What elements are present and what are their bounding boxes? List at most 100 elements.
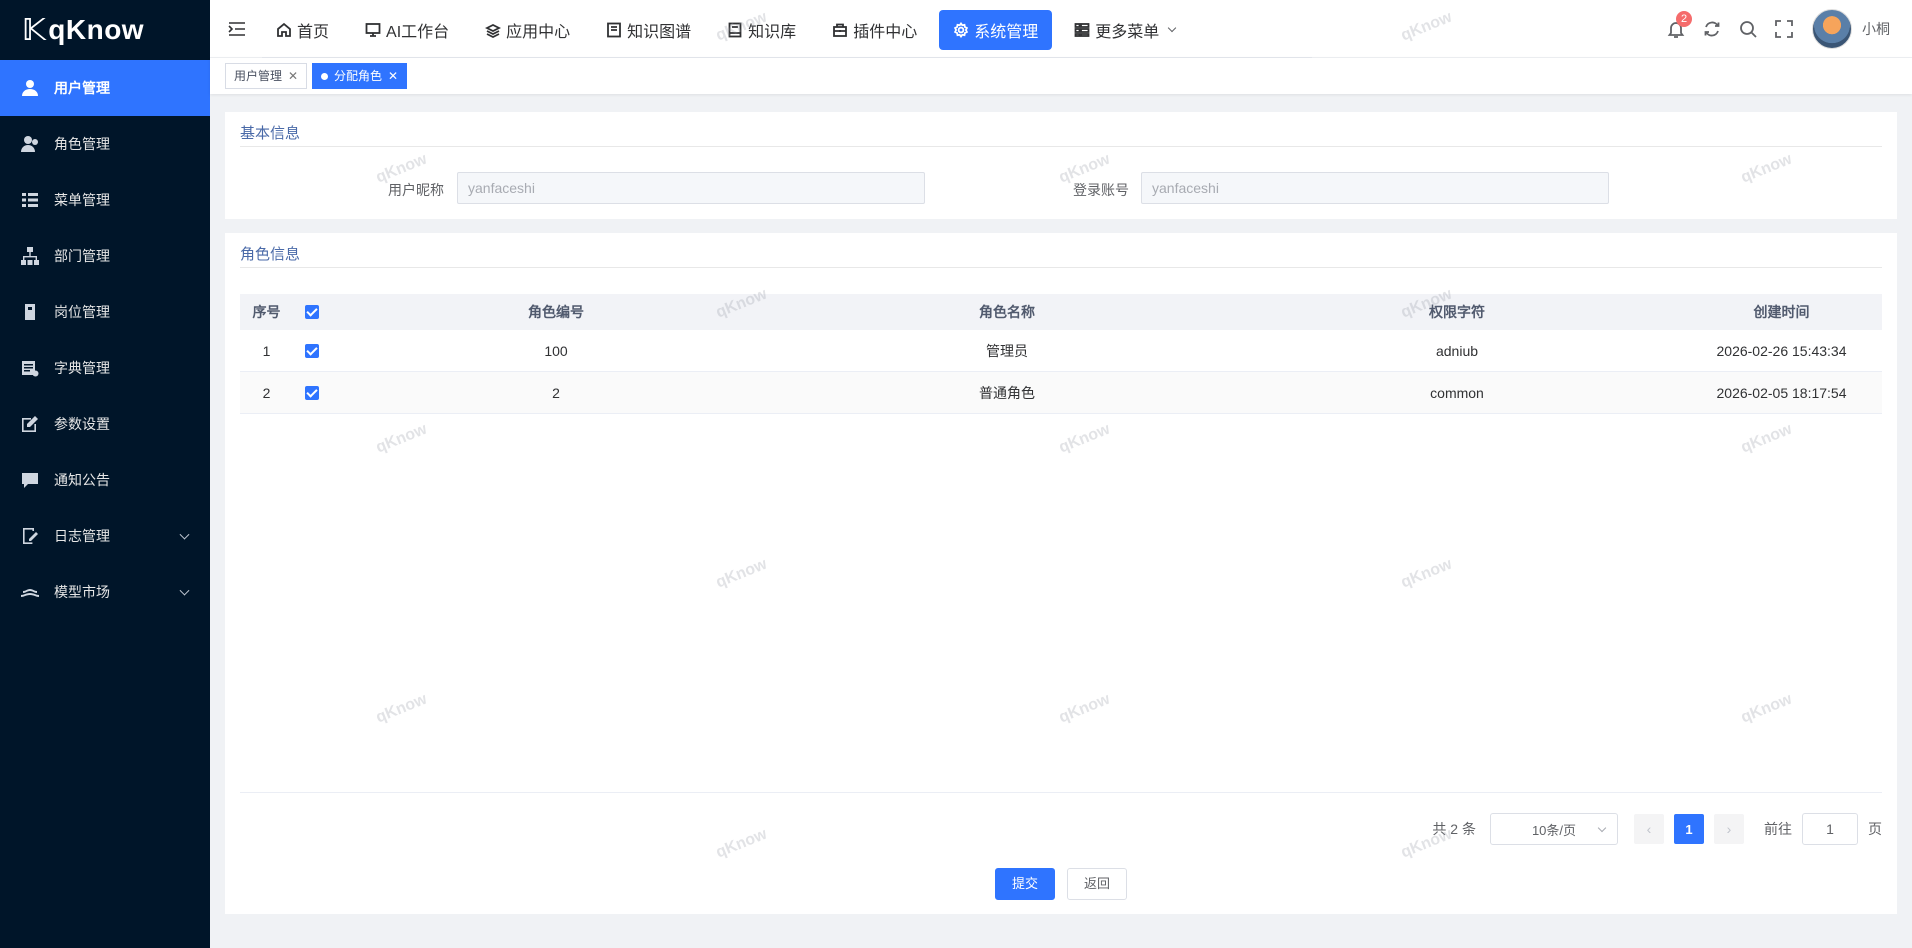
topnav-plugin-center[interactable]: 插件中心 (818, 10, 931, 50)
topnav-app-center[interactable]: 应用中心 (471, 10, 584, 50)
top-header: 首页 AI工作台 应用中心 知识图谱 知识库 插件中心 系统管理 更多菜单 2 … (210, 0, 1912, 58)
goto-label: 前往 (1764, 821, 1792, 837)
topnav-knowledge-graph[interactable]: 知识图谱 (592, 10, 705, 50)
close-icon[interactable]: ✕ (288, 64, 298, 88)
log-icon (20, 526, 40, 546)
avatar[interactable] (1812, 9, 1852, 49)
refresh-icon (1704, 21, 1720, 37)
model-market-icon (20, 582, 40, 602)
sidebar-item-parameter-settings[interactable]: 参数设置 (0, 396, 210, 452)
app-logo[interactable]: 𝕂 qKnow (0, 0, 210, 60)
column-created-time: 创建时间 (1753, 304, 1810, 320)
sidebar-item-label: 部门管理 (54, 248, 110, 264)
next-page-button[interactable]: › (1714, 814, 1744, 844)
checkbox-checked-icon (305, 305, 319, 319)
chevron-down-icon (179, 585, 190, 596)
tags-view: 用户管理 ✕ 分配角色 ✕ (210, 58, 1912, 94)
sidebar-toggle-icon[interactable] (228, 20, 246, 38)
sidebar-item-dictionary-management[interactable]: 字典管理 (0, 340, 210, 396)
fullscreen-button[interactable] (1774, 19, 1794, 39)
sidebar-item-model-market[interactable]: 模型市场 (0, 564, 210, 620)
submit-button[interactable]: 提交 (994, 868, 1055, 900)
sidebar-item-user-management[interactable]: 用户管理 (0, 60, 210, 116)
menu-tree-icon (20, 190, 40, 210)
dictionary-icon (20, 358, 40, 378)
column-role-name: 角色名称 (979, 304, 1035, 320)
table-header: 序号 角色编号 角色名称 权限字符 创建时间 (240, 294, 1882, 330)
sidebar-item-post-management[interactable]: 岗位管理 (0, 284, 210, 340)
tag-user-management[interactable]: 用户管理 ✕ (225, 63, 308, 89)
message-icon (20, 470, 40, 490)
fullscreen-icon (1775, 20, 1793, 38)
role-icon (20, 134, 40, 154)
org-tree-icon (20, 246, 40, 266)
chevron-down-icon (1597, 823, 1607, 833)
gear-icon (954, 22, 969, 38)
row-checkbox[interactable] (293, 385, 331, 400)
notification-badge: 2 (1676, 11, 1692, 27)
sidebar-item-notice[interactable]: 通知公告 (0, 452, 210, 508)
book-icon (728, 22, 742, 38)
topnav-more-menu[interactable]: 更多菜单 (1060, 10, 1189, 50)
page-number-current[interactable]: 1 (1674, 814, 1704, 844)
search-icon (1740, 21, 1757, 38)
more-icon (1074, 23, 1090, 37)
topnav-knowledge-base[interactable]: 知识库 (713, 10, 810, 50)
refresh-button[interactable] (1702, 19, 1722, 39)
prev-page-button[interactable]: ‹ (1634, 814, 1664, 844)
column-index: 序号 (252, 304, 281, 320)
sidebar-item-department-management[interactable]: 部门管理 (0, 228, 210, 284)
account-field[interactable]: yanfaceshi (1141, 172, 1609, 204)
table-row[interactable]: 1 100 管理员 adniub 2026-02-26 15:43:34 (240, 330, 1882, 372)
table-row[interactable]: 2 2 普通角色 common 2026-02-05 18:17:54 (240, 372, 1882, 414)
close-icon[interactable]: ✕ (388, 64, 398, 88)
pagination-total: 共 2 条 (1432, 821, 1476, 837)
graph-icon (607, 22, 622, 38)
role-info-card: 角色信息 序号 角色编号 角色名称 权限字符 创建时间 1 100 管理员 ad… (225, 233, 1897, 914)
sidebar-item-menu-management[interactable]: 菜单管理 (0, 172, 210, 228)
goto-page-input[interactable]: 1 (1802, 813, 1858, 845)
topnav-ai-workbench[interactable]: AI工作台 (351, 10, 463, 50)
chevron-down-icon (1167, 23, 1177, 33)
search-button[interactable] (1738, 19, 1758, 39)
monitor-icon (365, 23, 381, 37)
brand-name: qKnow (48, 14, 145, 45)
sidebar: 𝕂 qKnow 用户管理 角色管理 菜单管理 部门管理 岗位管理 字典管理 参数… (0, 0, 210, 948)
checkbox-checked-icon (305, 343, 319, 358)
page-suffix: 页 (1868, 821, 1882, 837)
app-icon (485, 23, 502, 38)
notification-button[interactable]: 2 (1666, 11, 1692, 39)
column-permission-key: 权限字符 (1429, 304, 1485, 320)
page-size-select[interactable]: 10条/页 (1490, 813, 1618, 845)
basic-info-title: 基本信息 (240, 122, 1882, 147)
nickname-field[interactable]: yanfaceshi (457, 172, 925, 204)
home-icon (277, 22, 291, 37)
back-button[interactable]: 返回 (1067, 868, 1128, 900)
tag-assign-role[interactable]: 分配角色 ✕ (312, 63, 408, 89)
sidebar-item-label: 参数设置 (54, 416, 110, 432)
pagination: 共 2 条 10条/页 ‹ 1 › 前往 1 页 (1432, 813, 1882, 845)
post-icon (20, 302, 40, 322)
sidebar-item-label: 菜单管理 (54, 192, 110, 208)
chevron-down-icon (179, 529, 190, 540)
sidebar-item-label: 角色管理 (54, 136, 110, 152)
row-checkbox[interactable] (293, 343, 331, 358)
sidebar-item-label: 日志管理 (54, 528, 110, 544)
sidebar-menu: 用户管理 角色管理 菜单管理 部门管理 岗位管理 字典管理 参数设置 通知公告 (0, 60, 210, 620)
select-all-checkbox[interactable] (293, 305, 331, 319)
sidebar-item-label: 模型市场 (54, 584, 110, 600)
account-label: 登录账号 (1073, 182, 1129, 198)
sidebar-item-role-management[interactable]: 角色管理 (0, 116, 210, 172)
table-bottom-divider (240, 792, 1882, 793)
active-dot (321, 72, 328, 80)
sidebar-item-log-management[interactable]: 日志管理 (0, 508, 210, 564)
username[interactable]: 小桐 (1862, 19, 1890, 39)
topnav-home[interactable]: 首页 (262, 10, 343, 50)
top-navigation: 首页 AI工作台 应用中心 知识图谱 知识库 插件中心 系统管理 更多菜单 (262, 10, 1197, 50)
sidebar-item-label: 字典管理 (54, 360, 110, 376)
role-info-title: 角色信息 (240, 243, 1882, 268)
checkbox-checked-icon (305, 385, 319, 400)
topnav-system-management[interactable]: 系统管理 (939, 10, 1053, 50)
edit-icon (20, 414, 40, 434)
basic-info-card: 基本信息 用户昵称 yanfaceshi 登录账号 yanfaceshi (225, 112, 1897, 219)
